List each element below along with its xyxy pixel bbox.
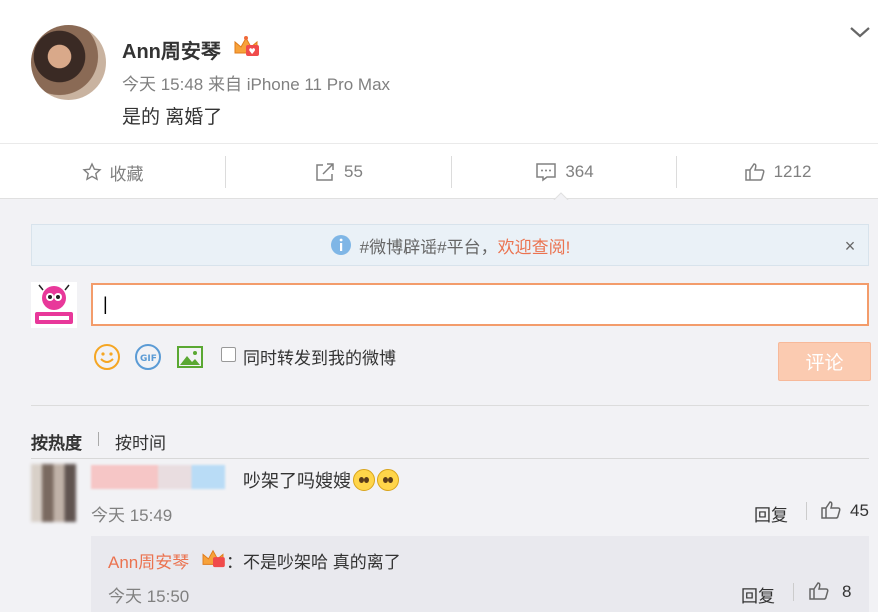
comment-like-count: 45 xyxy=(850,501,869,520)
author-avatar[interactable] xyxy=(31,25,106,100)
star-icon xyxy=(81,162,102,181)
reply-time: 今天 15:50 xyxy=(108,587,190,606)
comment-text-content: 吵架了吗嫂嫂 xyxy=(243,471,351,491)
info-icon xyxy=(330,235,351,255)
reply-author-name[interactable]: Ann周安琴 xyxy=(108,548,189,573)
comment-count: 364 xyxy=(565,162,594,181)
comment-text: 吵架了吗嫂嫂 xyxy=(243,467,399,493)
thumbs-up-icon[interactable] xyxy=(820,499,842,521)
emoji-icon[interactable] xyxy=(93,343,121,371)
chevron-down-icon[interactable] xyxy=(848,22,872,42)
reply-button[interactable]: 回复 xyxy=(741,582,775,607)
commenter-name-blurred[interactable] xyxy=(91,465,225,489)
caret-pointer xyxy=(553,192,569,201)
thumbs-up-icon[interactable] xyxy=(808,580,830,602)
vip-crown-icon: ♥ xyxy=(234,36,259,56)
like-button[interactable]: 1212 xyxy=(677,144,878,200)
action-bar: 收藏 55 364 1212 xyxy=(0,143,878,199)
user-avatar[interactable] xyxy=(31,282,77,328)
pleading-face-icon xyxy=(377,469,399,491)
notice-link[interactable]: 欢迎查阅! xyxy=(498,233,571,258)
commenter-avatar[interactable] xyxy=(31,464,76,522)
post-author-name[interactable]: Ann周安琴 xyxy=(122,35,221,64)
reply-like-count: 8 xyxy=(842,582,852,601)
thumbs-up-icon xyxy=(744,163,765,181)
section-divider xyxy=(31,405,869,406)
reply-like-divider xyxy=(793,583,794,601)
reply-button[interactable]: 回复 xyxy=(754,501,788,526)
sync-repost-checkbox[interactable] xyxy=(221,347,236,362)
favorite-button[interactable]: 收藏 xyxy=(0,144,225,200)
notice-text: #微博辟谣#平台， xyxy=(359,237,498,257)
sort-by-time[interactable]: 按时间 xyxy=(115,429,166,454)
submit-comment-button[interactable]: 评论 xyxy=(778,342,871,381)
vip-crown-icon xyxy=(202,549,225,568)
comment-time: 今天 15:49 xyxy=(91,506,173,525)
comment-input[interactable] xyxy=(91,283,869,326)
image-icon[interactable] xyxy=(176,343,204,371)
favorite-label: 收藏 xyxy=(109,164,144,184)
sort-by-hot[interactable]: 按热度 xyxy=(31,429,82,454)
reply-text: ：不是吵架哈 真的离了 xyxy=(226,553,401,572)
repost-button[interactable]: 55 xyxy=(226,144,451,200)
sync-repost-label: 同时转发到我的微博 xyxy=(243,349,396,368)
svg-text:♥: ♥ xyxy=(249,47,256,56)
post-text: 是的 离婚了 xyxy=(122,107,223,128)
rumor-notice: #微博辟谣#平台， 欢迎查阅! xyxy=(31,224,869,266)
share-icon xyxy=(316,163,334,181)
like-count: 1212 xyxy=(773,162,812,181)
repost-count: 55 xyxy=(344,162,363,181)
sort-divider xyxy=(98,432,99,446)
svg-text:GIF: GIF xyxy=(140,354,157,364)
gif-icon[interactable]: GIF xyxy=(134,343,162,371)
list-divider xyxy=(31,458,869,459)
close-icon[interactable]: × xyxy=(840,236,860,256)
post-meta: 今天 15:48 来自 iPhone 11 Pro Max xyxy=(122,75,391,94)
comment-icon xyxy=(536,163,557,182)
pleading-face-icon xyxy=(353,469,375,491)
reply-like-divider xyxy=(806,502,807,520)
